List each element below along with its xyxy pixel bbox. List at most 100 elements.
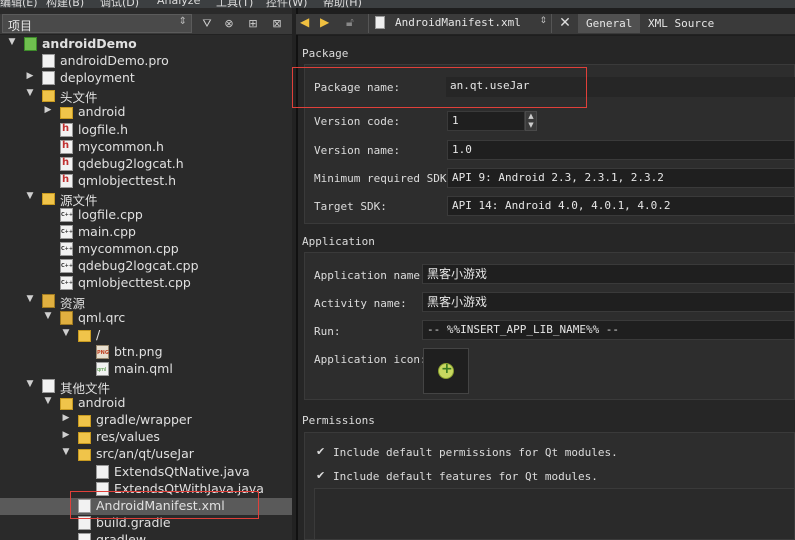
tree-item[interactable]: androidDemo.pro bbox=[0, 53, 292, 70]
tree-item-label: androidDemo.pro bbox=[60, 53, 169, 69]
lock-icon[interactable]: 🔓︎ bbox=[346, 15, 354, 30]
header-file-icon bbox=[60, 173, 73, 188]
filter-icon[interactable]: ⛛ bbox=[198, 15, 216, 32]
header-file-icon bbox=[60, 139, 73, 154]
highlight-box-package bbox=[292, 67, 587, 108]
tree-item[interactable]: logfile.h bbox=[0, 122, 292, 139]
forward-arrow-icon[interactable]: ▶ bbox=[320, 15, 329, 29]
tree-item[interactable]: ExtendsQtNative.java bbox=[0, 464, 292, 481]
expand-arrow-icon[interactable]: ▼ bbox=[60, 447, 72, 457]
target-sdk-label: Target SDK: bbox=[314, 200, 387, 213]
source-folder-icon bbox=[42, 192, 55, 205]
expand-arrow-icon[interactable]: ▼ bbox=[24, 379, 36, 389]
tree-item[interactable]: ▼ androidDemo bbox=[0, 36, 292, 53]
tree-item[interactable]: logfile.cpp bbox=[0, 207, 292, 224]
tab-xml-source[interactable]: XML Source bbox=[640, 14, 730, 33]
package-section-title: Package bbox=[302, 47, 349, 60]
tree-item[interactable]: qdebug2logcat.cpp bbox=[0, 258, 292, 275]
tree-item[interactable]: ▶ gradle/wrapper bbox=[0, 412, 292, 429]
version-name-field[interactable]: 1.0 bbox=[447, 140, 795, 160]
folder-icon bbox=[60, 107, 73, 120]
features-checkbox[interactable]: ✔ bbox=[316, 469, 325, 482]
tree-item[interactable]: ▼ qml.qrc bbox=[0, 310, 292, 327]
application-icon-button[interactable] bbox=[423, 348, 469, 394]
menu-item[interactable]: 编辑(E) bbox=[0, 0, 38, 8]
expand-arrow-icon[interactable]: ▼ bbox=[60, 328, 72, 338]
expand-arrow-icon[interactable]: ▼ bbox=[6, 37, 18, 47]
collapse-arrow-icon[interactable]: ▶ bbox=[42, 105, 54, 115]
collapse-arrow-icon[interactable]: ▶ bbox=[60, 413, 72, 423]
include-features-label: Include default features for Qt modules. bbox=[333, 470, 598, 483]
tab-general[interactable]: General bbox=[578, 14, 640, 33]
collapse-arrow-icon[interactable]: ▶ bbox=[24, 71, 36, 81]
tree-item[interactable]: ▶ deployment bbox=[0, 70, 292, 87]
tree-item-label: deployment bbox=[60, 70, 135, 86]
tree-item[interactable]: ▼ 其他文件 bbox=[0, 378, 292, 396]
tree-item[interactable]: ▶ res/values bbox=[0, 429, 292, 446]
expand-arrow-icon[interactable]: ▼ bbox=[42, 396, 54, 406]
expand-arrow-icon[interactable]: ▼ bbox=[24, 294, 36, 304]
permissions-checkbox[interactable]: ✔ bbox=[316, 445, 325, 458]
tree-item[interactable]: qmlobjecttest.h bbox=[0, 173, 292, 190]
collapse-arrow-icon[interactable]: ▶ bbox=[60, 430, 72, 440]
add-icon bbox=[438, 361, 454, 379]
expand-arrow-icon[interactable]: ▼ bbox=[24, 88, 36, 98]
tree-item[interactable]: mycommon.h bbox=[0, 139, 292, 156]
version-code-label: Version code: bbox=[314, 115, 401, 128]
cpp-file-icon bbox=[60, 276, 73, 291]
tree-item-label: qmlobjecttest.h bbox=[78, 172, 177, 188]
version-code-field[interactable]: 1 bbox=[447, 111, 525, 131]
tree-item[interactable]: gradlew bbox=[0, 532, 292, 540]
tree-item[interactable]: ▼ src/an/qt/useJar bbox=[0, 446, 292, 463]
png-file-icon bbox=[96, 344, 109, 359]
tree-item[interactable]: ▼ / bbox=[0, 327, 292, 344]
tree-item[interactable]: mycommon.cpp bbox=[0, 241, 292, 258]
application-name-field[interactable]: 黑客小游戏 bbox=[422, 264, 795, 284]
folder-icon bbox=[78, 329, 91, 342]
min-sdk-select[interactable]: API 9: Android 2.3, 2.3.1, 2.3.2 bbox=[447, 168, 795, 188]
tree-item[interactable]: main.cpp bbox=[0, 224, 292, 241]
tree-item[interactable]: main.qml bbox=[0, 361, 292, 378]
cpp-file-icon bbox=[60, 225, 73, 240]
java-file-icon bbox=[96, 464, 109, 479]
tree-item[interactable]: ▼ android bbox=[0, 395, 292, 412]
close-pane-icon[interactable]: ⊠ bbox=[268, 15, 286, 32]
menu-item[interactable]: Analyze bbox=[157, 0, 200, 7]
target-sdk-select[interactable]: API 14: Android 4.0, 4.0.1, 4.0.2 bbox=[447, 196, 795, 216]
permissions-list bbox=[314, 488, 795, 540]
tree-item-label: androidDemo bbox=[42, 36, 137, 51]
tree-item[interactable]: qmlobjecttest.cpp bbox=[0, 275, 292, 292]
split-icon[interactable]: ⊞ bbox=[244, 15, 262, 32]
project-view-combo[interactable]: 项目 ⇕ bbox=[2, 14, 192, 33]
tree-item[interactable]: ▶ android bbox=[0, 104, 292, 121]
tree-item[interactable]: ▼ 资源 bbox=[0, 293, 292, 311]
include-permissions-label: Include default permissions for Qt modul… bbox=[333, 446, 618, 459]
tree-item[interactable]: ▼ 头文件 bbox=[0, 87, 292, 105]
project-view-label: 项目 bbox=[8, 19, 33, 33]
tree-item-label: mycommon.h bbox=[78, 138, 164, 154]
close-document-icon[interactable]: ✕ bbox=[556, 14, 574, 33]
activity-name-field[interactable]: 黑客小游戏 bbox=[422, 292, 795, 312]
tree-item[interactable]: btn.png bbox=[0, 344, 292, 361]
file-icon bbox=[78, 532, 91, 540]
version-code-spinner[interactable]: ▲ ▼ bbox=[525, 111, 537, 131]
expand-arrow-icon[interactable]: ▼ bbox=[42, 311, 54, 321]
menu-item[interactable]: 调试(D) bbox=[100, 0, 139, 8]
menu-item[interactable]: 帮助(H) bbox=[323, 0, 362, 8]
expand-arrow-icon[interactable]: ▼ bbox=[24, 191, 36, 201]
link-icon[interactable]: ⊗ bbox=[220, 15, 238, 32]
combo-arrow-icon: ⇕ bbox=[178, 16, 187, 27]
menu-item[interactable]: 控件(W) bbox=[266, 0, 307, 8]
document-icon bbox=[375, 16, 385, 29]
tree-item-label: gradlew bbox=[96, 531, 147, 540]
menu-item[interactable]: 工具(T) bbox=[216, 0, 253, 8]
open-documents-combo[interactable]: AndroidManifest.xml ⇕ bbox=[368, 14, 552, 33]
menu-item[interactable]: 构建(B) bbox=[46, 0, 84, 8]
run-select[interactable]: -- %%INSERT_APP_LIB_NAME%% -- bbox=[422, 320, 795, 340]
tree-item[interactable]: qdebug2logcat.h bbox=[0, 156, 292, 173]
tree-item[interactable]: ▼ 源文件 bbox=[0, 190, 292, 208]
permissions-section-title: Permissions bbox=[302, 414, 375, 427]
file-icon bbox=[42, 71, 55, 86]
project-pane: 项目 ⇕ ⛛ ⊗ ⊞ ⊠ ▼ androidDemo androidDemo.pro… bbox=[0, 8, 292, 540]
back-arrow-icon[interactable]: ◀ bbox=[300, 15, 309, 29]
